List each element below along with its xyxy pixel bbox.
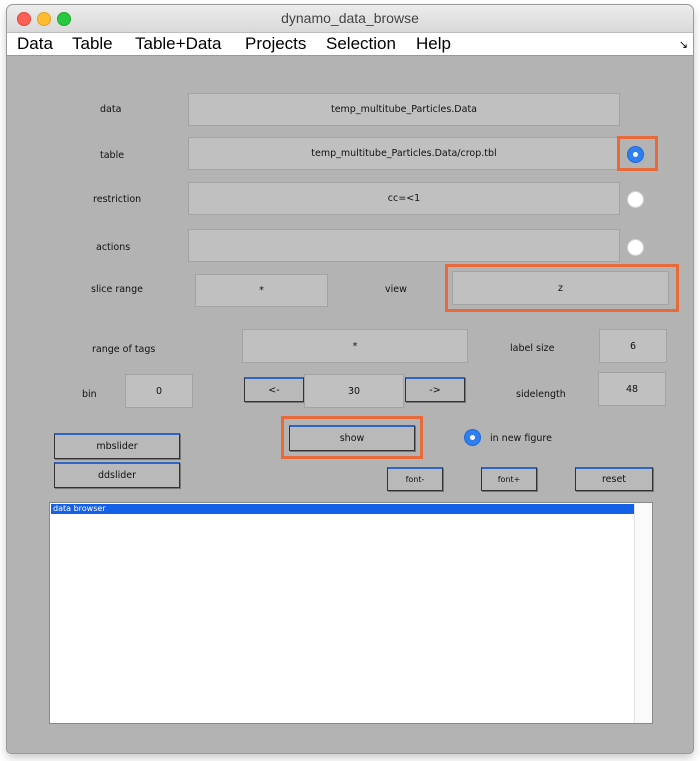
show-button-highlight xyxy=(281,416,423,459)
view-field-highlight xyxy=(445,264,679,312)
menu-bar: Data Table Table+Data Projects Selection… xyxy=(7,33,693,56)
next-step-button[interactable]: -> xyxy=(405,377,465,402)
menu-overflow-icon[interactable]: ↘ xyxy=(679,38,688,51)
sidelength-label: sidelength xyxy=(516,389,566,400)
new-figure-label: in new figure xyxy=(490,433,552,444)
data-field[interactable]: temp_multitube_Particles.Data xyxy=(188,93,620,126)
font-decrease-button[interactable]: font- xyxy=(387,467,443,491)
view-label: view xyxy=(385,284,407,295)
actions-field[interactable] xyxy=(188,229,620,262)
actions-radio[interactable] xyxy=(627,239,644,256)
title-bar: dynamo_data_browse xyxy=(7,5,693,33)
label-size-field[interactable]: 6 xyxy=(599,329,667,363)
range-of-tags-label: range of tags xyxy=(92,344,156,355)
bin-field[interactable]: 0 xyxy=(125,374,193,408)
bin-label: bin xyxy=(82,389,97,400)
new-figure-radio[interactable] xyxy=(464,429,481,446)
table-field[interactable]: temp_multitube_Particles.Data/crop.tbl xyxy=(188,137,620,170)
reset-button[interactable]: reset xyxy=(575,467,653,491)
slice-range-field[interactable]: * xyxy=(195,274,328,307)
menu-projects[interactable]: Projects xyxy=(245,34,306,54)
sidelength-field[interactable]: 48 xyxy=(598,372,666,406)
menu-data[interactable]: Data xyxy=(17,34,53,54)
table-label: table xyxy=(100,150,125,161)
step-field[interactable]: 30 xyxy=(304,374,404,408)
range-of-tags-field[interactable]: * xyxy=(242,329,468,363)
data-browser-list[interactable]: data browser xyxy=(49,502,653,724)
restriction-field[interactable]: cc=<1 xyxy=(188,182,620,215)
mbslider-button[interactable]: mbslider xyxy=(54,433,180,459)
ddslider-button[interactable]: ddslider xyxy=(54,462,180,488)
restriction-radio[interactable] xyxy=(627,191,644,208)
menu-table[interactable]: Table xyxy=(72,34,113,54)
label-size-label: label size xyxy=(510,343,555,354)
restriction-label: restriction xyxy=(93,194,142,205)
menu-table-data[interactable]: Table+Data xyxy=(135,34,221,54)
table-radio-highlight xyxy=(617,136,658,171)
window-title: dynamo_data_browse xyxy=(281,10,419,26)
list-item[interactable]: data browser xyxy=(51,504,634,514)
menu-help[interactable]: Help xyxy=(416,34,451,54)
data-label: data xyxy=(100,104,122,115)
app-window: dynamo_data_browse Data Table Table+Data… xyxy=(7,5,693,753)
menu-selection[interactable]: Selection xyxy=(326,34,396,54)
list-scrollbar[interactable] xyxy=(634,503,652,723)
slice-range-label: slice range xyxy=(91,284,143,295)
font-increase-button[interactable]: font+ xyxy=(481,467,537,491)
previous-step-button[interactable]: <- xyxy=(244,377,304,402)
actions-label: actions xyxy=(96,242,131,253)
